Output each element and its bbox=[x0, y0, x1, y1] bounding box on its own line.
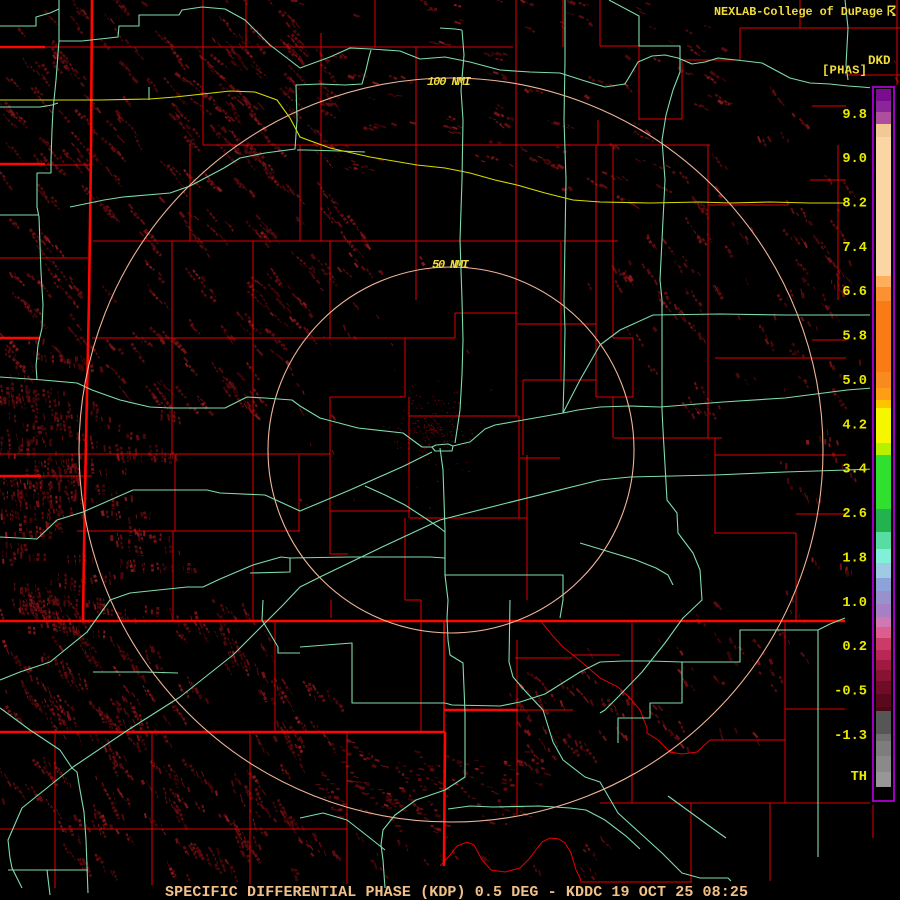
svg-text:3.4: 3.4 bbox=[842, 463, 867, 478]
svg-text:5.8: 5.8 bbox=[842, 330, 867, 345]
svg-text:9.0: 9.0 bbox=[842, 152, 867, 167]
svg-text:1.8: 1.8 bbox=[842, 551, 867, 566]
svg-text:5.0: 5.0 bbox=[842, 374, 867, 389]
svg-text:-0.5: -0.5 bbox=[834, 685, 867, 700]
svg-text:2.6: 2.6 bbox=[842, 507, 867, 522]
svg-text:4.2: 4.2 bbox=[842, 418, 867, 433]
svg-text:NEXLAB-College of DuPage: NEXLAB-College of DuPage bbox=[714, 5, 883, 19]
svg-text:-1.3: -1.3 bbox=[834, 729, 867, 744]
svg-text:0.2: 0.2 bbox=[842, 640, 867, 655]
svg-text:SPECIFIC DIFFERENTIAL PHASE (K: SPECIFIC DIFFERENTIAL PHASE (KDP) 0.5 DE… bbox=[165, 884, 748, 900]
svg-text:DKD: DKD bbox=[868, 54, 891, 68]
svg-text:50 NMI: 50 NMI bbox=[432, 258, 470, 272]
svg-text:1.0: 1.0 bbox=[842, 596, 867, 611]
svg-text:6.6: 6.6 bbox=[842, 285, 867, 300]
svg-text:TH: TH bbox=[851, 770, 867, 785]
svg-text:9.8: 9.8 bbox=[842, 108, 867, 123]
svg-text:100 NMI: 100 NMI bbox=[427, 75, 472, 89]
svg-text:[PHAS]: [PHAS] bbox=[822, 64, 867, 78]
svg-text:7.4: 7.4 bbox=[842, 241, 867, 256]
svg-text:8.2: 8.2 bbox=[842, 197, 867, 212]
